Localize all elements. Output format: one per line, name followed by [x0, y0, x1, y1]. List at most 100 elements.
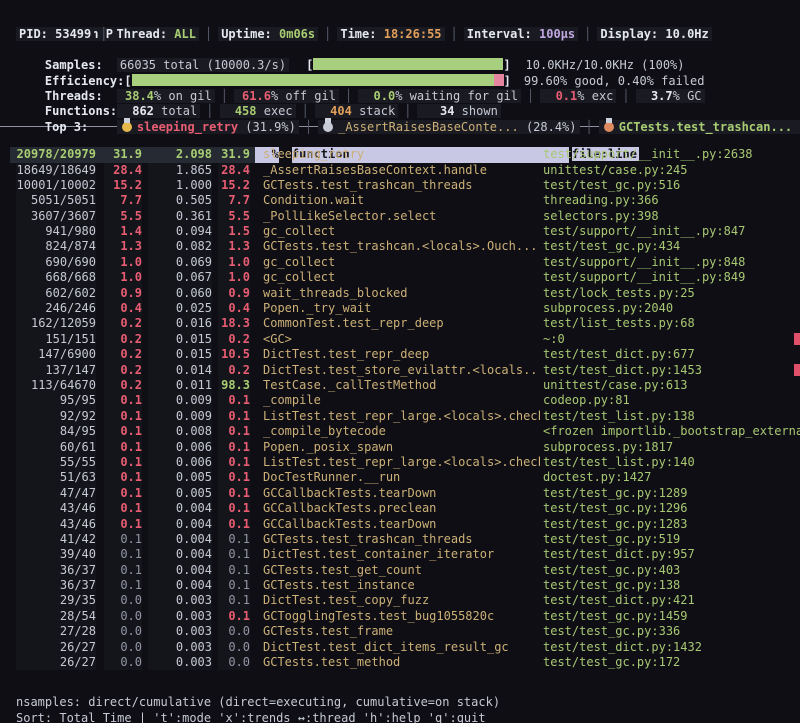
function-cell: GCTests.test_trashcan_threads: [263, 532, 540, 547]
cumulative-pct-cell: 0.0: [218, 655, 250, 670]
cumulative-pct-cell: 0.1: [218, 424, 250, 439]
table-row[interactable]: 36/370.10.0040.1GCTests.test_instancetes…: [0, 578, 800, 593]
status-segment-value: 53499: [55, 27, 91, 41]
cumulative-pct-cell: 0.1: [218, 501, 250, 516]
table-row[interactable]: 602/6020.90.0600.9wait_threads_blockedte…: [0, 286, 800, 301]
status-segment-value: 10.0Hz: [665, 27, 708, 41]
cumulative-pct-cell: 0.1: [218, 609, 250, 624]
file-line-cell: test/test_gc.py:519: [543, 532, 680, 547]
title-line: Tachyon Profiler: [0, 12, 800, 27]
cumulative-pct-cell: 1.3: [218, 239, 250, 254]
direct-pct-cell: 1.0: [104, 270, 142, 285]
status-segment: PID: 53499: [16, 27, 94, 41]
direct-pct-cell: 0.2: [104, 363, 142, 378]
table-row[interactable]: 55/550.10.0060.1ListTest.test_repr_large…: [0, 455, 800, 470]
table-row[interactable]: 162/120590.20.01618.3CommonTest.test_rep…: [0, 316, 800, 331]
nsamples-cell: 36/37: [16, 578, 96, 593]
table-row[interactable]: 29/350.00.0030.1DictTest.test_copy_fuzzt…: [0, 593, 800, 608]
function-cell: <GC>: [263, 332, 540, 347]
function-cell: _PollLikeSelector.select: [263, 209, 540, 224]
table-row[interactable]: 18649/1864928.41.86528.4_AssertRaisesBas…: [0, 163, 800, 178]
function-cell: GCTogglingTests.test_bug1055820c: [263, 609, 540, 624]
file-line-cell: test/test_gc.py:1296: [543, 501, 688, 516]
table-row[interactable]: 92/920.10.0090.1ListTest.test_repr_large…: [0, 409, 800, 424]
table-row[interactable]: 43/460.10.0040.1GCCallbackTests.tearDown…: [0, 517, 800, 532]
nsamples-cell: 43/46: [16, 501, 96, 516]
table-row[interactable]: 690/6901.00.0691.0gc_collecttest/support…: [0, 255, 800, 270]
table-body: 20978/2097931.92.09831.9sleeping_retryte…: [0, 147, 800, 670]
nsamples-cell: 84/95: [16, 424, 96, 439]
table-row[interactable]: 3607/36075.50.3615.5_PollLikeSelector.se…: [0, 209, 800, 224]
direct-pct-cell: 0.2: [104, 332, 142, 347]
table-row[interactable]: 10001/1000215.21.00015.2GCTests.test_tra…: [0, 178, 800, 193]
function-cell: GCCallbackTests.tearDown: [263, 517, 540, 532]
direct-pct-cell: 0.0: [104, 640, 142, 655]
file-line-cell: test/test_list.py:140: [543, 455, 695, 470]
tottime-cell: 0.006: [148, 440, 212, 455]
nsamples-cell: 95/95: [16, 393, 96, 408]
table-row[interactable]: 41/420.10.0040.1GCTests.test_trashcan_th…: [0, 532, 800, 547]
direct-pct-cell: 0.1: [104, 578, 142, 593]
table-row[interactable]: 26/270.00.0030.0DictTest.test_dict_items…: [0, 640, 800, 655]
function-cell: GCTests.test_method: [263, 655, 540, 670]
table-row[interactable]: 27/280.00.0030.0GCTests.test_frametest/t…: [0, 624, 800, 639]
status-segment: Thread: ALL: [113, 27, 198, 41]
table-row[interactable]: 246/2460.40.0250.4Popen._try_waitsubproc…: [0, 301, 800, 316]
table-row[interactable]: 147/69000.20.01510.5DictTest.test_repr_d…: [0, 347, 800, 362]
table-row[interactable]: 941/9801.40.0941.5gc_collecttest/support…: [0, 224, 800, 239]
function-cell: GCTests.test_trashcan.<locals>.Ouch....: [263, 239, 540, 254]
file-line-cell: test/test_dict.py:421: [543, 593, 695, 608]
table-row[interactable]: 151/1510.20.0150.2<GC>~:0: [0, 332, 800, 347]
table-row[interactable]: 95/950.10.0090.1_compilecodeop.py:81: [0, 393, 800, 408]
tottime-cell: 0.361: [148, 209, 212, 224]
function-cell: CommonTest.test_repr_deep: [263, 316, 540, 331]
cumulative-pct-cell: 0.1: [218, 393, 250, 408]
function-cell: ListTest.test_repr_large.<locals>.check: [263, 455, 540, 470]
table-row[interactable]: 47/470.10.0050.1GCCallbackTests.tearDown…: [0, 486, 800, 501]
table-row[interactable]: 39/400.10.0040.1DictTest.test_container_…: [0, 547, 800, 562]
file-line-cell: codeop.py:81: [543, 393, 630, 408]
status-segment-value: 18:26:55: [384, 27, 442, 41]
function-cell: GCTests.test_frame: [263, 624, 540, 639]
table-row[interactable]: 60/610.10.0060.1Popen._posix_spawnsubpro…: [0, 440, 800, 455]
cumulative-pct-cell: 5.5: [218, 209, 250, 224]
function-cell: gc_collect: [263, 270, 540, 285]
table-row[interactable]: 26/270.00.0030.0GCTests.test_methodtest/…: [0, 655, 800, 670]
function-cell: Condition.wait: [263, 193, 540, 208]
tottime-cell: 0.082: [148, 239, 212, 254]
cumulative-pct-cell: 1.0: [218, 270, 250, 285]
table-row[interactable]: 824/8741.30.0821.3GCTests.test_trashcan.…: [0, 239, 800, 254]
table-row[interactable]: 84/950.10.0080.1_compile_bytecode<frozen…: [0, 424, 800, 439]
file-line-cell: test/test_dict.py:1453: [543, 363, 702, 378]
tottime-cell: 0.014: [148, 363, 212, 378]
nsamples-cell: 824/874: [16, 239, 96, 254]
footer-help-line2: Sort: Total Time | 't':mode 'x':trends ↔…: [0, 711, 800, 723]
cumulative-pct-cell: 7.7: [218, 193, 250, 208]
status-segment-label: Display:: [600, 27, 665, 41]
function-cell: ListTest.test_repr_large.<locals>.check: [263, 409, 540, 424]
tottime-cell: 1.000: [148, 178, 212, 193]
tottime-cell: 0.060: [148, 286, 212, 301]
cumulative-pct-cell: 18.3: [218, 316, 250, 331]
table-row[interactable]: 137/1470.20.0140.2DictTest.test_store_ev…: [0, 363, 800, 378]
nsamples-cell: 147/6900: [16, 347, 96, 362]
table-row[interactable]: 28/540.00.0030.1GCTogglingTests.test_bug…: [0, 609, 800, 624]
nsamples-cell: 47/47: [16, 486, 96, 501]
nsamples-cell: 39/40: [16, 547, 96, 562]
tottime-cell: 2.098: [148, 147, 212, 162]
table-row[interactable]: 668/6681.00.0671.0gc_collecttest/support…: [0, 270, 800, 285]
divider-icon: │: [94, 27, 113, 41]
table-row[interactable]: 20978/2097931.92.09831.9sleeping_retryte…: [0, 147, 800, 162]
function-cell: sleeping_retry: [263, 147, 540, 162]
table-row[interactable]: 113/646700.20.01198.3TestCase._callTestM…: [0, 378, 800, 393]
tottime-cell: 0.004: [148, 547, 212, 562]
file-line-cell: <frozen importlib._bootstrap_external: [543, 424, 800, 439]
cumulative-pct-cell: 0.4: [218, 301, 250, 316]
table-row[interactable]: 43/460.10.0040.1GCCallbackTests.preclean…: [0, 501, 800, 516]
function-cell: DocTestRunner.__run: [263, 470, 540, 485]
cumulative-pct-cell: 0.1: [218, 547, 250, 562]
cumulative-pct-cell: 31.9: [218, 147, 250, 162]
table-row[interactable]: 36/370.10.0040.1GCTests.test_get_countte…: [0, 563, 800, 578]
table-row[interactable]: 51/630.10.0050.1DocTestRunner.__rundocte…: [0, 470, 800, 485]
table-row[interactable]: 5051/50517.70.5057.7Condition.waitthread…: [0, 193, 800, 208]
